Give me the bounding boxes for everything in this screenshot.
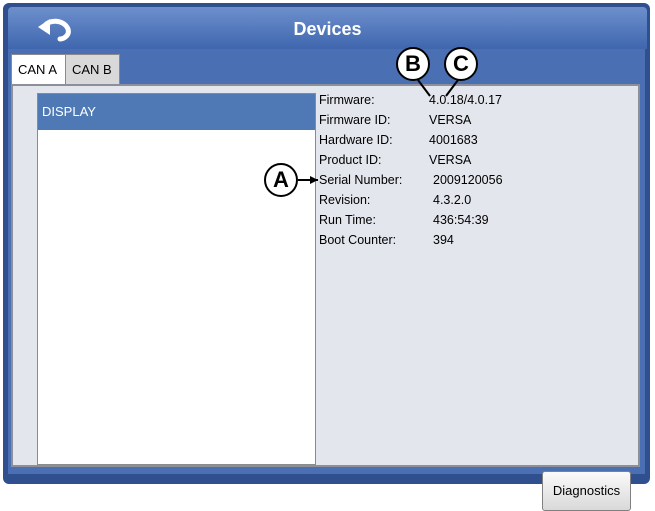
callout-pointers — [298, 79, 459, 184]
callout-c: C — [444, 47, 478, 81]
callout-b: B — [396, 47, 430, 81]
callout-a: A — [264, 163, 298, 197]
